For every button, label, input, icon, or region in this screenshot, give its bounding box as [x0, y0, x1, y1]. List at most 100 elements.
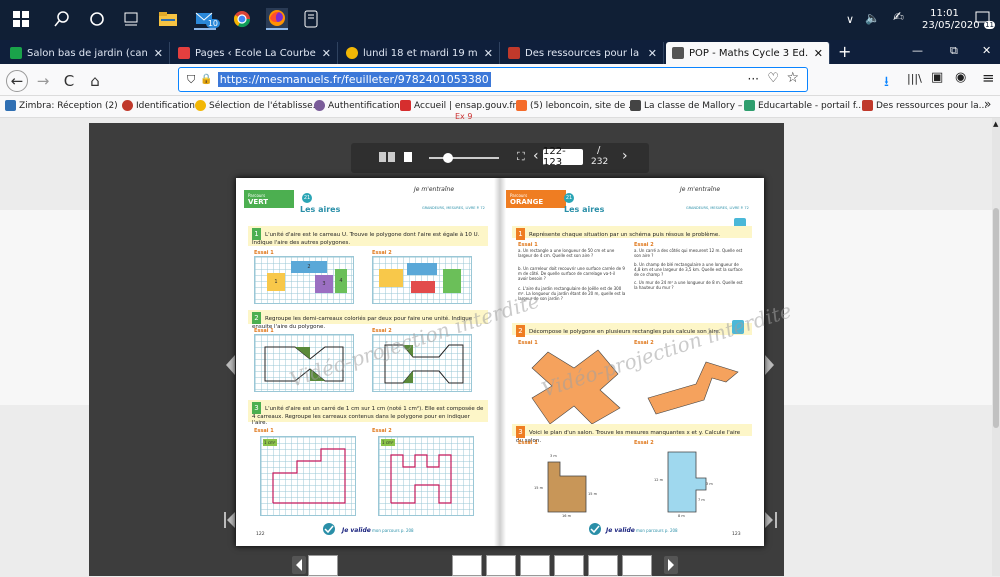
- prev-page-icon[interactable]: ‹: [533, 148, 539, 164]
- thumbnail-page[interactable]: [452, 555, 482, 576]
- shield-icon[interactable]: ⛉: [187, 73, 195, 87]
- first-page-button[interactable]: [224, 512, 236, 528]
- thumbnail-page[interactable]: [486, 555, 516, 576]
- fullscreen-icon[interactable]: ⛶: [517, 150, 525, 164]
- zoom-slider[interactable]: [429, 153, 499, 163]
- tab-title: Pages ‹ École La Courbe — Wo: [195, 47, 316, 59]
- exercise-number: 3: [516, 426, 525, 438]
- tab-ressources[interactable]: Des ressources pour la continu ✕: [502, 42, 664, 64]
- bookmark-mallory[interactable]: La classe de Mallory – ...: [630, 100, 754, 111]
- page-number-input[interactable]: 122-123: [543, 146, 583, 168]
- chrome-icon[interactable]: [231, 8, 253, 30]
- bookmark-label: Authentification: [328, 100, 400, 111]
- objective: GRANDEURS, MESURES, LIVRE P. 72: [422, 206, 485, 210]
- bookmark-label: Zimbra: Réception (2): [19, 100, 118, 111]
- url-bar[interactable]: ⛉ 🔒 https://mesmanuels.fr/feuilleter/978…: [178, 67, 808, 92]
- next-page-icon[interactable]: ›: [622, 148, 628, 164]
- scrollbar-thumb[interactable]: [993, 208, 999, 428]
- page-scrollbar[interactable]: ▲: [992, 118, 1000, 576]
- pen-icon[interactable]: ✍: [893, 10, 904, 25]
- task-view-icon[interactable]: [120, 8, 142, 30]
- tab-lundi[interactable]: lundi 18 et mardi 19 mai ... apr ✕: [340, 42, 500, 64]
- scroll-up-icon[interactable]: ▲: [993, 120, 998, 128]
- shape-green: [443, 269, 461, 293]
- exercise-text: Voici le plan d'un salon. Trouve les mes…: [516, 430, 741, 444]
- page-separator: /: [597, 145, 601, 156]
- tab-ecole[interactable]: Pages ‹ École La Courbe — Wo ✕: [172, 42, 338, 64]
- tray-chevron-icon[interactable]: ∨: [846, 13, 854, 26]
- menu-icon[interactable]: ≡: [982, 69, 995, 87]
- pocket-icon[interactable]: ♡: [767, 71, 779, 86]
- tab-pop-maths[interactable]: POP - Maths Cycle 3 Ed. 2019 d ✕: [666, 42, 830, 64]
- page-actions-icon[interactable]: ···: [748, 72, 759, 86]
- library-icon[interactable]: |||\: [907, 72, 922, 85]
- exercise-number: 3: [252, 402, 261, 414]
- single-page-icon[interactable]: [403, 151, 413, 166]
- search-icon[interactable]: [51, 8, 73, 30]
- next-spread-button[interactable]: [765, 355, 775, 375]
- reload-button[interactable]: C: [58, 70, 80, 92]
- restore-button[interactable]: ⧉: [950, 44, 958, 58]
- account-icon[interactable]: ◉: [955, 70, 966, 85]
- validate-link[interactable]: Je valide: [606, 527, 635, 534]
- thumb-prev-button[interactable]: [292, 556, 306, 574]
- action-center-icon[interactable]: 11: [975, 11, 995, 29]
- home-button[interactable]: ⌂: [84, 70, 106, 92]
- zoom-slider-handle[interactable]: [443, 153, 453, 163]
- clock[interactable]: 11:01 23/05/2020: [922, 8, 980, 32]
- minimize-button[interactable]: —: [912, 44, 923, 57]
- notification-badge: 11: [984, 21, 995, 29]
- tab-close-icon[interactable]: ✕: [648, 47, 657, 60]
- thumbnail-page[interactable]: [520, 555, 550, 576]
- bookmark-label: Accueil | ensap.gouv.fr: [414, 100, 517, 111]
- bookmark-zimbra[interactable]: Zimbra: Réception (2): [5, 100, 118, 111]
- tab-salon[interactable]: Salon bas de jardin (canapé et t ✕: [4, 42, 170, 64]
- volume-icon[interactable]: 🔈: [865, 11, 880, 25]
- thumb-next-button[interactable]: [664, 556, 678, 574]
- lock-icon[interactable]: 🔒: [200, 74, 212, 85]
- firefox-icon[interactable]: [266, 8, 288, 30]
- tab-close-icon[interactable]: ✕: [484, 47, 493, 60]
- bookmark-ressources[interactable]: Des ressources pour la...: [862, 100, 987, 111]
- clock-time: 11:01: [930, 8, 959, 19]
- shape-purple: 3: [315, 275, 333, 293]
- bookmark-favicon: [862, 100, 873, 111]
- bookmark-star-icon[interactable]: ☆: [786, 70, 799, 86]
- thumbnail-page[interactable]: [588, 555, 618, 576]
- exercise-1-header: 1 Représente chaque situation par un sché…: [512, 226, 752, 240]
- bookmarks-overflow-icon[interactable]: »: [984, 97, 991, 111]
- problem-2c: c. Un mur de 24 m² a une longueur de 8 m…: [634, 280, 743, 290]
- tab-close-icon[interactable]: ✕: [154, 47, 163, 60]
- file-explorer-icon[interactable]: [157, 8, 179, 30]
- validate-sub: mon parcours p. 208: [372, 528, 414, 533]
- back-button[interactable]: ←: [6, 70, 28, 92]
- bookmark-ensap[interactable]: Accueil | ensap.gouv.fr: [400, 100, 516, 111]
- download-icon[interactable]: ⭳: [884, 71, 889, 95]
- bookmark-selection[interactable]: Sélection de l'établisse...: [195, 100, 321, 111]
- validate-link[interactable]: Je valide: [342, 527, 371, 534]
- thumbnail-page[interactable]: [308, 555, 338, 576]
- shape-green: 4: [335, 269, 347, 293]
- bookmark-identification[interactable]: Identification: [122, 100, 195, 111]
- url-text[interactable]: https://mesmanuels.fr/feuilleter/9782401…: [217, 72, 491, 87]
- last-page-button[interactable]: [765, 512, 777, 528]
- bookmark-authentification[interactable]: Authentification: [314, 100, 400, 111]
- windows-start-icon[interactable]: [10, 8, 32, 30]
- sidebar-icon[interactable]: ▣: [931, 70, 943, 85]
- cortana-icon[interactable]: [86, 8, 108, 30]
- forward-arrow-icon: →: [36, 72, 50, 90]
- reload-icon: C: [63, 72, 75, 90]
- thumbnail-page[interactable]: [622, 555, 652, 576]
- tab-close-icon[interactable]: ✕: [322, 47, 331, 60]
- forward-button[interactable]: →: [32, 70, 54, 92]
- bookmark-leboncoin[interactable]: (5) leboncoin, site de ...: [516, 100, 637, 111]
- tablet-app-icon[interactable]: [300, 8, 322, 30]
- bookmark-educartable[interactable]: Educartable - portail f...: [744, 100, 864, 111]
- double-page-icon[interactable]: [379, 151, 395, 166]
- tab-close-icon[interactable]: ✕: [814, 47, 823, 60]
- thumbnail-page[interactable]: [554, 555, 584, 576]
- new-tab-button[interactable]: +: [838, 42, 851, 61]
- mail-icon[interactable]: 10: [194, 8, 220, 30]
- previous-spread-button[interactable]: [226, 355, 236, 375]
- close-window-button[interactable]: ✕: [982, 44, 991, 57]
